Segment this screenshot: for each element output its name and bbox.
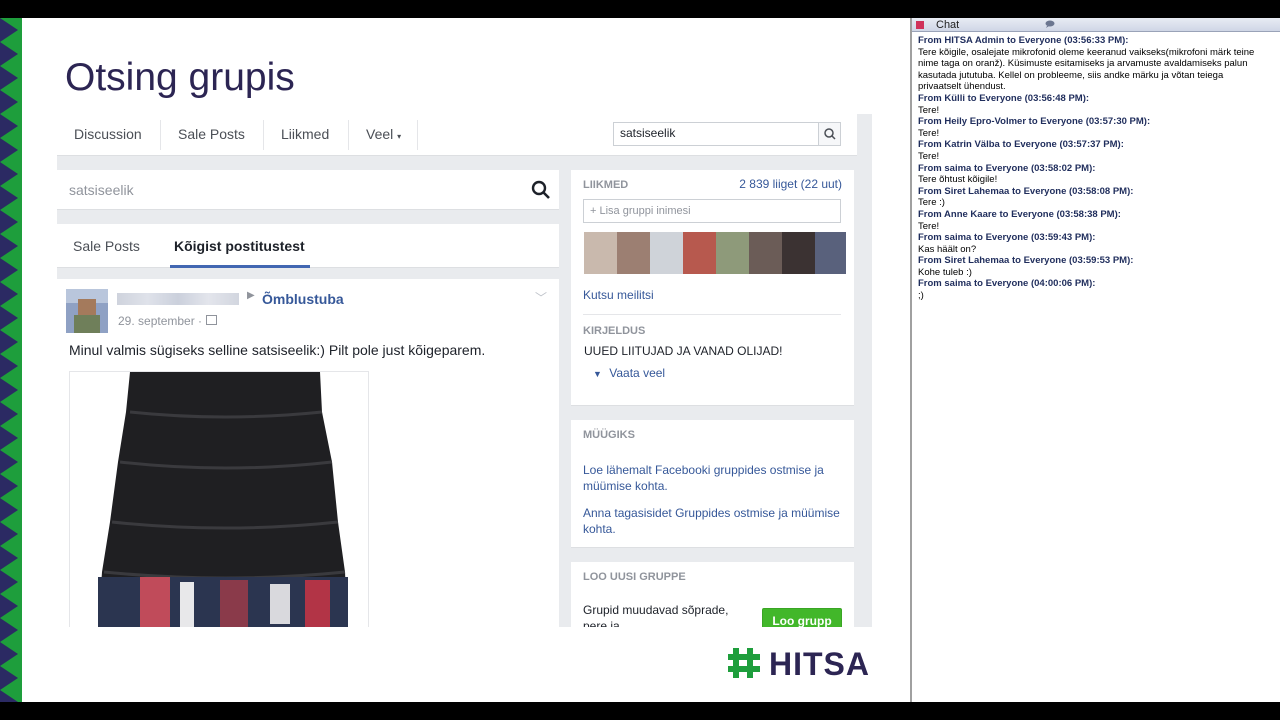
presentation-slide: Otsing grupis Discussion Sale Posts Liik… xyxy=(22,18,910,702)
avatar[interactable] xyxy=(66,289,108,333)
create-group-card: LOO UUSI GRUPPE Grupid muudavad sõprade,… xyxy=(571,562,854,627)
chat-message-sender: From saima to Everyone (04:00:06 PM): xyxy=(918,278,1096,290)
speech-bubble-icon xyxy=(1045,20,1055,28)
see-more-label: Vaata veel xyxy=(609,366,666,380)
add-member-input[interactable]: + Lisa gruppi inimesi xyxy=(583,199,841,223)
search-result-post: ▶ Õmblustuba 29. september · ﹀ Minul val… xyxy=(57,279,559,627)
description-heading: KIRJELDUS xyxy=(583,325,646,337)
chat-message-text: ;) xyxy=(918,290,924,302)
chat-message-text: Kohe tuleb :) xyxy=(918,266,972,278)
arrow-right-icon: ▶ xyxy=(247,290,255,301)
tab-separator xyxy=(417,120,418,150)
create-group-button[interactable]: Loo grupp xyxy=(762,608,842,627)
tab-separator xyxy=(263,120,264,150)
chat-message-text: Tere õhtust kõigile! xyxy=(918,174,998,186)
chat-message-text: Tere! xyxy=(918,127,940,139)
caret-down-icon: ▼ xyxy=(593,369,602,379)
group-privacy-icon xyxy=(206,315,217,325)
group-search-button[interactable] xyxy=(818,123,840,145)
facebook-group-page: Discussion Sale Posts Liikmed Veel ▾ sat… xyxy=(57,114,872,627)
tab-separator xyxy=(348,120,349,150)
members-card: LIIKMED 2 839 liiget (22 uut) + Lisa gru… xyxy=(571,170,854,406)
chat-message-text: Tere! xyxy=(918,104,940,116)
group-search-input[interactable]: satsiseelik xyxy=(620,126,675,140)
selling-feedback-link[interactable]: Anna tagasisidet Gruppides ostmise ja mü… xyxy=(583,505,841,537)
members-count-link[interactable]: 2 839 liiget (22 uut) xyxy=(739,177,842,191)
divider xyxy=(583,314,841,315)
chat-message-sender: From Siret Lahemaa to Everyone (03:59:53… xyxy=(918,255,1134,267)
chat-message-sender: From Anne Kaare to Everyone (03:58:38 PM… xyxy=(918,208,1121,220)
create-group-heading: LOO UUSI GRUPPE xyxy=(583,571,686,583)
chat-message-sender: From saima to Everyone (03:59:43 PM): xyxy=(918,232,1096,244)
chevron-down-icon[interactable]: ﹀ xyxy=(535,289,547,306)
chat-title: Chat xyxy=(936,19,960,31)
chat-message-text: Tere :) xyxy=(918,197,945,209)
post-date[interactable]: 29. september · xyxy=(118,314,202,328)
post-text: Minul valmis sügiseks selline satsiseeli… xyxy=(69,342,486,358)
tab-members[interactable]: Liikmed xyxy=(281,114,329,156)
chat-message-sender: From saima to Everyone (03:58:02 PM): xyxy=(918,162,1096,174)
group-search-field[interactable]: satsiseelik xyxy=(613,122,841,146)
hash-icon xyxy=(728,648,760,678)
search-icon[interactable] xyxy=(531,180,551,200)
decorative-stripe xyxy=(0,18,22,702)
caret-down-icon: ▾ xyxy=(397,132,402,141)
author-name-blurred[interactable] xyxy=(117,293,239,305)
tab-more-label: Veel xyxy=(366,126,394,142)
member-avatars-row[interactable] xyxy=(584,232,846,274)
chat-panel: Chat From HITSA Admin to Everyone (03:56… xyxy=(910,18,1280,702)
chat-message-sender: From Heily Epro-Volmer to Everyone (03:5… xyxy=(918,116,1151,128)
post-group-link[interactable]: Õmblustuba xyxy=(262,291,344,307)
chat-log[interactable]: From HITSA Admin to Everyone (03:56:33 P… xyxy=(918,35,1266,302)
description-text: UUED LIITUJAD JA VANAD OLIJAD! xyxy=(584,344,783,358)
result-filter-tabs: Sale Posts Kõigist postitustest xyxy=(57,224,559,268)
results-search-bar[interactable]: satsiseelik xyxy=(57,170,559,210)
create-group-text: Grupid muudavad sõprade, pere ja meeskon… xyxy=(583,603,729,627)
tab-discussion[interactable]: Discussion xyxy=(74,114,142,156)
group-nav-bar: Discussion Sale Posts Liikmed Veel ▾ sat… xyxy=(57,114,857,156)
tab-more[interactable]: Veel ▾ xyxy=(366,114,401,156)
selling-info-link[interactable]: Loe lähemalt Facebooki gruppides ostmise… xyxy=(583,462,841,494)
chat-message-sender: From Katrin Välba to Everyone (03:57:37 … xyxy=(918,139,1124,151)
chat-titlebar[interactable]: Chat xyxy=(912,18,1280,32)
active-tab-indicator xyxy=(170,265,310,268)
members-heading: LIIKMED xyxy=(583,179,629,191)
tab-separator xyxy=(160,120,161,150)
invite-by-email-link[interactable]: Kutsu meilitsi xyxy=(583,288,654,302)
chat-message-sender: From Siret Lahemaa to Everyone (03:58:08… xyxy=(918,185,1134,197)
slide-title: Otsing grupis xyxy=(65,56,295,99)
screen-frame: Otsing grupis Discussion Sale Posts Liik… xyxy=(0,18,1280,702)
tab-sale-posts[interactable]: Sale Posts xyxy=(178,114,245,156)
chat-message-sender: From Külli to Everyone (03:56:48 PM): xyxy=(918,92,1090,104)
close-icon[interactable] xyxy=(916,21,924,29)
chat-message-text: Kas häält on? xyxy=(918,243,977,255)
chat-message-sender: From HITSA Admin to Everyone (03:56:33 P… xyxy=(918,35,1129,46)
search-icon xyxy=(824,128,836,140)
selling-heading: MÜÜGIKS xyxy=(583,429,635,441)
tab-sale-posts-results[interactable]: Sale Posts xyxy=(73,224,140,268)
post-photo-skirt[interactable] xyxy=(69,371,369,627)
add-member-placeholder: + Lisa gruppi inimesi xyxy=(590,205,691,217)
results-search-input[interactable]: satsiseelik xyxy=(69,182,134,198)
tab-all-posts[interactable]: Kõigist postitustest xyxy=(174,224,305,268)
logo-text: HITSA xyxy=(769,646,870,682)
selling-card: MÜÜGIKS Loe lähemalt Facebooki gruppides… xyxy=(571,420,854,548)
chat-message-text: Tere! xyxy=(918,150,940,162)
see-more-link[interactable]: ▼ Vaata veel xyxy=(593,366,665,380)
chat-message-text: Tere! xyxy=(918,220,940,232)
chat-message-text: Tere kõigile, osalejate mikrofonid oleme… xyxy=(918,46,1255,93)
